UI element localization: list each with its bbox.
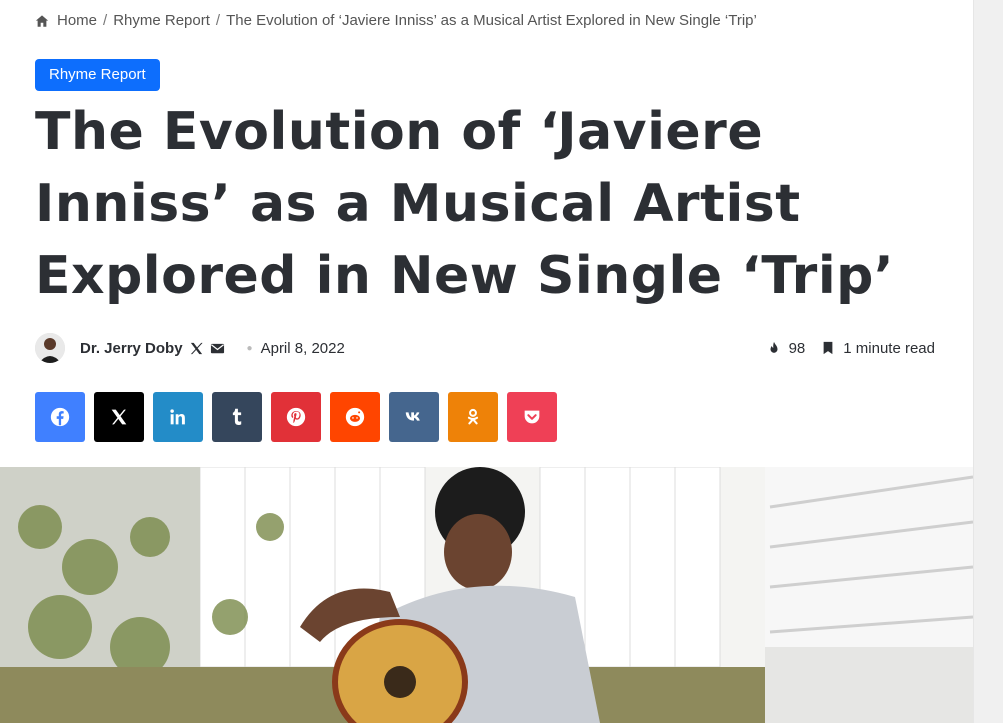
share-pinterest-button[interactable] [271, 392, 321, 442]
x-icon[interactable] [189, 341, 204, 356]
home-icon [35, 14, 49, 27]
vk-icon [405, 412, 420, 421]
read-time: 1 minute read [843, 339, 935, 357]
pocket-icon [524, 410, 540, 424]
linkedin-icon [170, 409, 185, 425]
author-name[interactable]: Dr. Jerry Doby [80, 340, 183, 357]
breadcrumb-separator: / [103, 12, 108, 29]
breadcrumb-category-link[interactable]: Rhyme Report [113, 12, 210, 29]
email-icon[interactable] [210, 341, 225, 356]
views-count: 98 [788, 339, 806, 357]
share-buttons [35, 392, 557, 442]
share-odnoklassniki-button[interactable] [448, 392, 498, 442]
post-stats: 98 1 minute read [767, 340, 935, 357]
breadcrumb-home-link[interactable]: Home [57, 12, 97, 29]
share-linkedin-button[interactable] [153, 392, 203, 442]
post-title: The Evolution of ‘Javiere Inniss’ as a M… [35, 102, 895, 306]
share-x-button[interactable] [94, 392, 144, 442]
tumblr-icon [232, 408, 242, 425]
odnoklassniki-icon [467, 408, 479, 425]
share-vk-button[interactable] [389, 392, 439, 442]
meta-dot: ● [246, 342, 253, 354]
bookmark-icon [823, 341, 833, 355]
featured-image [0, 467, 973, 723]
category-badge[interactable]: Rhyme Report [35, 59, 160, 91]
pinterest-icon [286, 407, 306, 427]
share-facebook-button[interactable] [35, 392, 85, 442]
reddit-icon [345, 407, 365, 427]
share-tumblr-button[interactable] [212, 392, 262, 442]
author-avatar[interactable] [35, 333, 65, 363]
breadcrumb-current: The Evolution of ‘Javiere Inniss’ as a M… [226, 12, 757, 29]
article-card: Home / Rhyme Report / The Evolution of ‘… [0, 0, 974, 723]
facebook-icon [50, 407, 70, 427]
share-pocket-button[interactable] [507, 392, 557, 442]
share-reddit-button[interactable] [330, 392, 380, 442]
x-icon [111, 409, 127, 425]
breadcrumb: Home / Rhyme Report / The Evolution of ‘… [35, 12, 757, 29]
fire-icon [770, 341, 778, 353]
breadcrumb-separator: / [215, 12, 221, 29]
post-meta: Dr. Jerry Doby ● April 8, 2022 98 1 minu… [35, 333, 935, 363]
post-date: April 8, 2022 [260, 339, 345, 357]
